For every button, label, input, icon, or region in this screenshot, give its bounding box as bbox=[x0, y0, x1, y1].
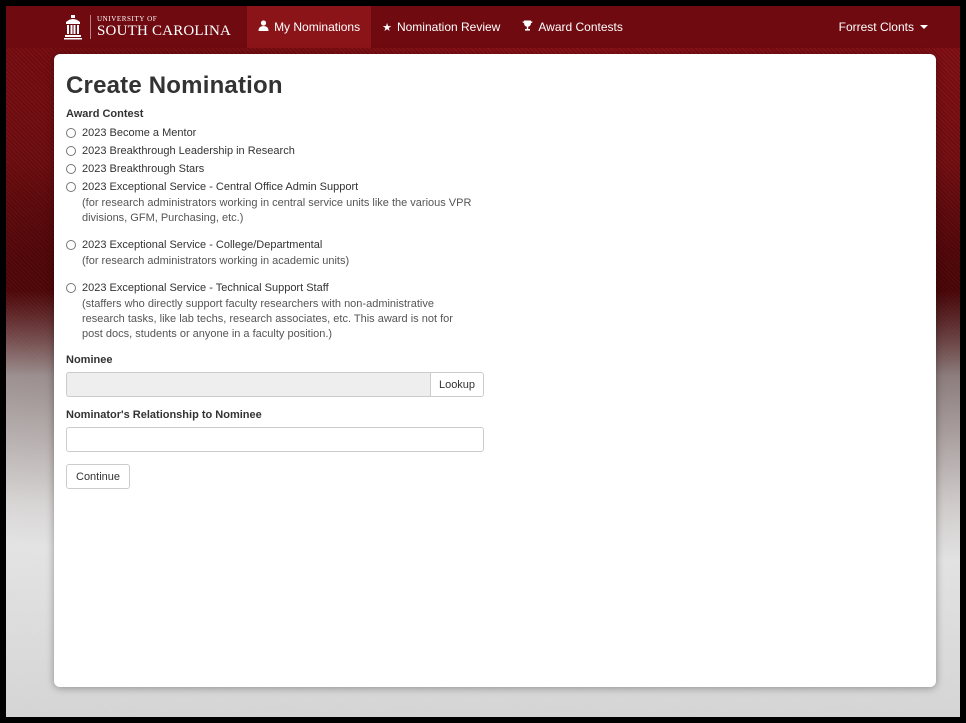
radio-button[interactable] bbox=[66, 128, 76, 138]
nav-my-nominations[interactable]: My Nominations bbox=[247, 6, 372, 48]
lookup-button[interactable]: Lookup bbox=[430, 372, 484, 397]
nominee-input-group: Lookup bbox=[66, 372, 484, 397]
radio-button[interactable] bbox=[66, 182, 76, 192]
nav-nomination-review[interactable]: ★ Nomination Review bbox=[371, 6, 511, 48]
user-name: Forrest Clonts bbox=[838, 20, 914, 34]
nominee-input[interactable] bbox=[66, 372, 430, 397]
contest-option-college-departmental[interactable]: 2023 Exceptional Service - College/Depar… bbox=[66, 236, 924, 254]
contest-option-technical-support-staff[interactable]: 2023 Exceptional Service - Technical Sup… bbox=[66, 279, 924, 297]
contest-option-label: 2023 Exceptional Service - Technical Sup… bbox=[82, 282, 329, 294]
contest-option-become-a-mentor[interactable]: 2023 Become a Mentor bbox=[66, 124, 924, 142]
contest-option-label: 2023 Exceptional Service - College/Depar… bbox=[82, 239, 323, 251]
contest-option-help-text: (for research administrators working in … bbox=[82, 197, 472, 224]
user-icon bbox=[258, 20, 269, 34]
nominee-label: Nominee bbox=[66, 354, 113, 366]
caret-down-icon bbox=[920, 25, 928, 29]
brand-bottom-text: SOUTH CAROLINA bbox=[97, 22, 232, 39]
contest-option-label: 2023 Become a Mentor bbox=[82, 127, 197, 139]
page-title: Create Nomination bbox=[66, 72, 283, 99]
user-menu[interactable]: Forrest Clonts bbox=[839, 20, 928, 34]
contest-option-label: 2023 Breakthrough Stars bbox=[82, 163, 205, 175]
award-contest-radio-group: 2023 Become a Mentor 2023 Breakthrough L… bbox=[66, 124, 924, 342]
contest-option-label: 2023 Breakthrough Leadership in Research bbox=[82, 145, 295, 157]
brand-top-text: UNIVERSITY OF bbox=[97, 14, 158, 23]
university-logo[interactable]: UNIVERSITY OF SOUTH CAROLINA bbox=[62, 6, 247, 48]
top-navbar: UNIVERSITY OF SOUTH CAROLINA My Nominati… bbox=[6, 6, 960, 48]
main-panel: Create Nomination Award Contest 2023 Bec… bbox=[54, 54, 936, 687]
contest-option-label: 2023 Exceptional Service - Central Offic… bbox=[82, 181, 359, 193]
radio-button[interactable] bbox=[66, 164, 76, 174]
brand-divider bbox=[90, 15, 91, 39]
radio-button[interactable] bbox=[66, 146, 76, 156]
contest-option-help-text: (staffers who directly support faculty r… bbox=[82, 298, 453, 340]
nav-nomination-review-label: Nomination Review bbox=[396, 20, 501, 34]
brand-wordmark: UNIVERSITY OF SOUTH CAROLINA bbox=[97, 14, 232, 39]
award-contest-label: Award Contest bbox=[66, 108, 144, 120]
radio-button[interactable] bbox=[66, 240, 76, 250]
nav-my-nominations-label: My Nominations bbox=[274, 20, 361, 34]
continue-button[interactable]: Continue bbox=[66, 464, 131, 489]
nav-award-contests-label: Award Contests bbox=[538, 20, 623, 34]
star-icon: ★ bbox=[382, 21, 392, 34]
trophy-icon bbox=[522, 20, 533, 34]
university-seal-icon bbox=[64, 15, 82, 40]
contest-option-help-text: (for research administrators working in … bbox=[82, 255, 350, 267]
radio-button[interactable] bbox=[66, 283, 76, 293]
relationship-input[interactable] bbox=[66, 427, 484, 452]
contest-option-central-office-admin[interactable]: 2023 Exceptional Service - Central Offic… bbox=[66, 178, 924, 196]
relationship-label: Nominator's Relationship to Nominee bbox=[66, 409, 262, 421]
contest-option-breakthrough-leadership[interactable]: 2023 Breakthrough Leadership in Research bbox=[66, 142, 924, 160]
contest-option-breakthrough-stars[interactable]: 2023 Breakthrough Stars bbox=[66, 160, 924, 178]
nav-award-contests[interactable]: Award Contests bbox=[511, 6, 634, 48]
